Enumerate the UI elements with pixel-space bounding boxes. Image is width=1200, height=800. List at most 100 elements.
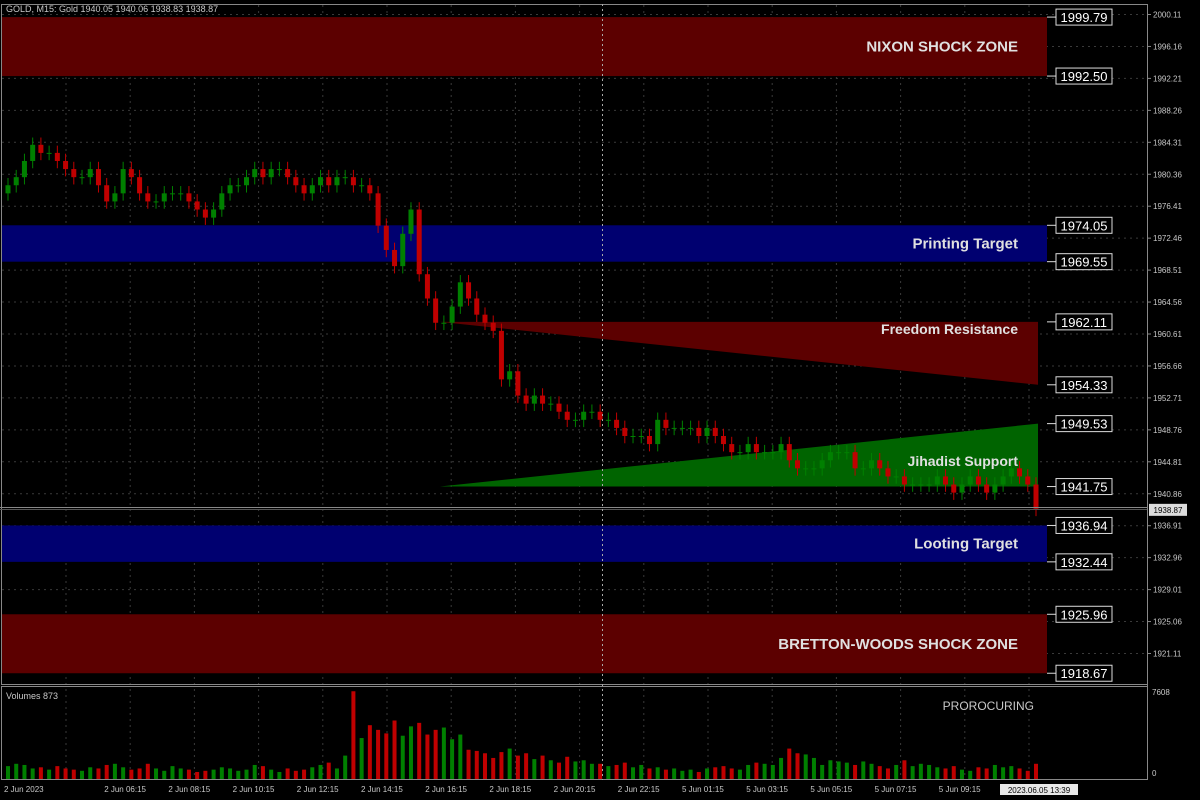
candle-body[interactable]	[457, 282, 463, 307]
candle-body[interactable]	[556, 403, 562, 412]
candle-body[interactable]	[646, 435, 652, 445]
candle-body[interactable]	[679, 427, 685, 429]
candle-body[interactable]	[334, 177, 340, 186]
candle-body[interactable]	[367, 185, 373, 194]
candle-body[interactable]	[260, 169, 266, 178]
candle-body[interactable]	[424, 274, 430, 299]
candle-body[interactable]	[474, 298, 480, 315]
candle-body[interactable]	[63, 160, 69, 170]
candle-body[interactable]	[959, 484, 965, 493]
candle-body[interactable]	[737, 452, 743, 454]
candle-body[interactable]	[811, 468, 817, 470]
candle-body[interactable]	[71, 169, 77, 178]
candle-body[interactable]	[466, 282, 472, 299]
candle-body[interactable]	[268, 169, 274, 178]
candle-body[interactable]	[597, 411, 603, 420]
candle-body[interactable]	[836, 452, 842, 454]
candle-body[interactable]	[581, 411, 587, 420]
candle-body[interactable]	[293, 177, 299, 186]
candle-body[interactable]	[194, 201, 200, 210]
candle-body[interactable]	[943, 476, 949, 485]
candle-body[interactable]	[95, 169, 101, 186]
candle-body[interactable]	[400, 233, 406, 267]
candle-body[interactable]	[219, 193, 225, 210]
candle-body[interactable]	[21, 160, 27, 178]
candle-body[interactable]	[104, 185, 110, 202]
candle-body[interactable]	[712, 427, 718, 436]
candle-body[interactable]	[564, 411, 570, 420]
candle-body[interactable]	[1000, 476, 1006, 485]
candle-body[interactable]	[433, 298, 439, 323]
candle-body[interactable]	[729, 444, 735, 453]
candle-body[interactable]	[885, 468, 891, 477]
candle-body[interactable]	[795, 460, 801, 469]
candle-body[interactable]	[120, 169, 126, 194]
candle-body[interactable]	[1008, 468, 1014, 477]
candle-body[interactable]	[1033, 484, 1039, 509]
candle-body[interactable]	[589, 411, 595, 413]
candle-body[interactable]	[5, 185, 11, 194]
candle-body[interactable]	[153, 201, 159, 203]
candle-body[interactable]	[46, 152, 52, 154]
candle-body[interactable]	[342, 177, 348, 179]
candle-body[interactable]	[137, 177, 143, 194]
candle-body[interactable]	[934, 476, 940, 485]
candle-body[interactable]	[778, 444, 784, 453]
candle-body[interactable]	[507, 371, 513, 380]
candle-body[interactable]	[827, 452, 833, 461]
candle-body[interactable]	[54, 152, 60, 161]
candle-body[interactable]	[655, 419, 661, 445]
candle-body[interactable]	[30, 144, 36, 161]
candle-body[interactable]	[490, 322, 496, 331]
candle-body[interactable]	[951, 484, 957, 493]
candle-body[interactable]	[663, 419, 669, 428]
candle-body[interactable]	[416, 209, 422, 275]
candle-body[interactable]	[975, 476, 981, 485]
candle-body[interactable]	[252, 169, 258, 178]
candle-body[interactable]	[449, 306, 455, 323]
candle-body[interactable]	[540, 395, 546, 404]
candle-body[interactable]	[309, 185, 315, 194]
candle-body[interactable]	[202, 209, 208, 218]
candle-body[interactable]	[285, 169, 291, 178]
candle-body[interactable]	[614, 419, 620, 428]
candle-body[interactable]	[112, 193, 118, 202]
candle-body[interactable]	[630, 435, 636, 437]
candle-body[interactable]	[605, 419, 611, 421]
candle-body[interactable]	[498, 330, 504, 380]
candle-body[interactable]	[696, 427, 702, 436]
candle-body[interactable]	[1017, 468, 1023, 477]
candle-body[interactable]	[375, 193, 381, 226]
candle-body[interactable]	[350, 177, 356, 186]
candle-body[interactable]	[1025, 476, 1031, 485]
candle-body[interactable]	[992, 484, 998, 493]
candle-body[interactable]	[638, 435, 644, 437]
candle-body[interactable]	[359, 185, 365, 187]
candle-body[interactable]	[720, 435, 726, 445]
candle-body[interactable]	[860, 468, 866, 470]
candle-body[interactable]	[161, 193, 167, 202]
candle-body[interactable]	[243, 177, 249, 186]
candle-body[interactable]	[523, 395, 529, 404]
candle-body[interactable]	[79, 177, 85, 179]
candle-body[interactable]	[877, 460, 883, 469]
candle-body[interactable]	[87, 169, 93, 178]
candle-body[interactable]	[38, 144, 44, 153]
candle-body[interactable]	[178, 193, 184, 195]
candle-body[interactable]	[408, 209, 414, 234]
candle-body[interactable]	[704, 427, 710, 436]
candle-body[interactable]	[211, 209, 217, 218]
candle-body[interactable]	[392, 249, 398, 267]
candle-body[interactable]	[383, 225, 389, 250]
candle-body[interactable]	[515, 371, 521, 396]
candle-body[interactable]	[227, 185, 233, 194]
candle-body[interactable]	[819, 460, 825, 469]
candle-body[interactable]	[918, 484, 924, 486]
candle-body[interactable]	[745, 444, 751, 453]
candle-body[interactable]	[893, 476, 899, 478]
candle-body[interactable]	[128, 169, 134, 178]
candle-body[interactable]	[910, 484, 916, 486]
candle-body[interactable]	[482, 314, 488, 323]
trading-chart[interactable]: NIXON SHOCK ZONE Printing Target Looting T…	[0, 0, 1200, 800]
candle-body[interactable]	[844, 452, 850, 454]
